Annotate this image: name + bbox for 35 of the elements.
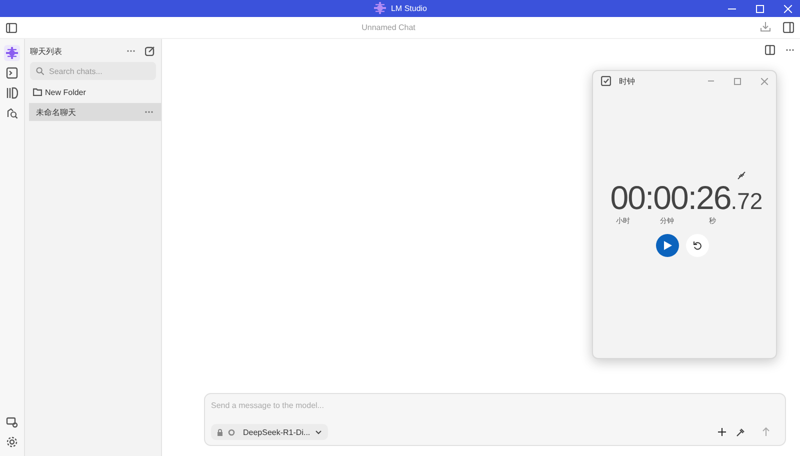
reset-icon bbox=[692, 241, 702, 250]
panel-icon[interactable] bbox=[783, 22, 794, 33]
terminal-icon[interactable] bbox=[4, 65, 20, 81]
minimize-icon[interactable] bbox=[708, 78, 714, 84]
message-field[interactable]: Send a message to the model... bbox=[211, 401, 777, 410]
search-icon bbox=[36, 67, 44, 75]
settings-icon[interactable] bbox=[6, 436, 18, 448]
close-icon[interactable] bbox=[761, 78, 768, 84]
models-icon[interactable] bbox=[4, 85, 20, 101]
window-title: LM Studio bbox=[390, 4, 428, 13]
stopwatch-time: 00:00:26.72 bbox=[609, 180, 764, 216]
play-button[interactable] bbox=[656, 234, 678, 257]
clock-window-title: 时钟 bbox=[619, 76, 635, 86]
reset-button[interactable] bbox=[686, 234, 708, 257]
search-input[interactable]: Search chats... bbox=[49, 62, 150, 80]
clock-app-icon bbox=[601, 76, 611, 86]
sidebar-title: 聊天列表 bbox=[30, 46, 62, 56]
chat-list-item[interactable]: 未命名聊天 bbox=[29, 103, 161, 121]
play-icon bbox=[664, 241, 672, 250]
plus-icon[interactable] bbox=[718, 428, 726, 436]
split-view-icon[interactable] bbox=[765, 45, 775, 55]
chevron-down-icon bbox=[315, 430, 322, 434]
lock-icon bbox=[217, 428, 223, 436]
download-icon[interactable] bbox=[760, 22, 771, 32]
new-folder-link[interactable]: New Folder bbox=[45, 88, 86, 96]
search-field[interactable]: Search chats... bbox=[30, 62, 156, 80]
wrench-icon[interactable] bbox=[736, 428, 745, 436]
sidebar-toggle-icon[interactable] bbox=[6, 22, 17, 32]
edit-icon[interactable] bbox=[145, 46, 155, 56]
model-selector[interactable]: DeepSeek-R1-Di... bbox=[211, 424, 328, 440]
app-logo-icon bbox=[372, 0, 387, 16]
compact-view-icon[interactable] bbox=[737, 171, 746, 180]
folder-icon bbox=[33, 88, 42, 96]
maximize-icon[interactable] bbox=[734, 78, 741, 84]
chat-title: Unnamed Chat bbox=[362, 23, 416, 32]
